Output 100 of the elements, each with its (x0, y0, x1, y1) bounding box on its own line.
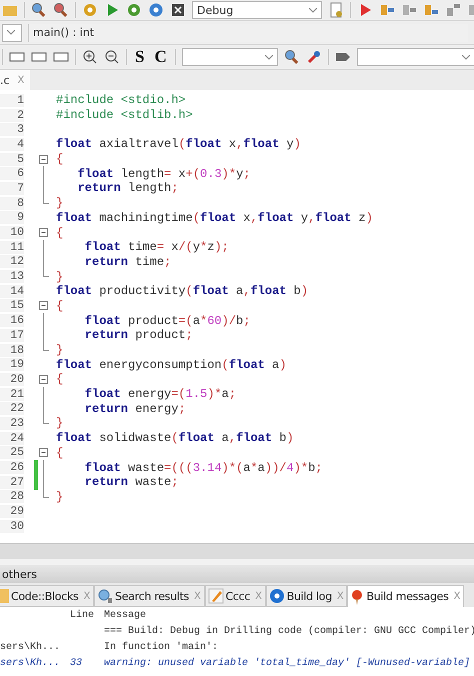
line-number: 27 (0, 476, 24, 489)
code-line: float product=(a*60)/b; (84, 314, 250, 328)
fold-icon[interactable] (39, 228, 48, 238)
code-editor[interactable] (0, 90, 474, 543)
line-number: 10 (0, 226, 24, 240)
step-icon[interactable] (379, 2, 395, 18)
line-number: 5 (0, 152, 24, 166)
log-tab[interactable]: Build log X (266, 585, 348, 607)
code-line: return energy; (84, 402, 186, 416)
step-icon[interactable] (445, 2, 461, 18)
caret-icon (462, 54, 470, 60)
gear-icon (268, 588, 285, 604)
line-number: 4 (0, 138, 24, 151)
code-line: } (55, 416, 64, 430)
zoom-out-icon[interactable] (104, 49, 120, 65)
step-icon[interactable] (423, 2, 439, 18)
line-number: 16 (0, 314, 24, 328)
panel-title: others (2, 568, 38, 580)
search-icon[interactable] (284, 49, 300, 65)
document-icon (0, 589, 9, 603)
code-line: return waste; (84, 475, 178, 490)
code-line: } (55, 196, 64, 210)
search-icon (97, 588, 114, 604)
fold-icon[interactable] (39, 374, 48, 384)
line-number: 30 (0, 520, 24, 533)
line-number: 21 (0, 388, 24, 401)
code-line: float axialtravel(float x,float y) (55, 137, 301, 152)
dropdown[interactable] (2, 24, 22, 42)
fold-icon[interactable] (39, 154, 48, 164)
table-cell-text: sers\Kh... (0, 642, 62, 652)
line-number: 12 (0, 255, 24, 268)
code-line: float energyconsumption(float a) (55, 358, 286, 372)
code-line: } (55, 343, 64, 358)
table-cell: === Build: Debug in Drilling code (compiler: GNU GCC Compiler) (104, 626, 474, 636)
pencil-icon (208, 588, 224, 604)
code-line: float time= x/(y*z); (84, 240, 229, 254)
line-number: 29 (0, 505, 24, 518)
caret-icon (309, 8, 317, 12)
line-number: 7 (0, 182, 24, 195)
log-tab[interactable]: Build messages X (347, 585, 464, 607)
line-number: 6 (0, 167, 24, 180)
refresh-icon[interactable] (148, 2, 164, 18)
zoom-in-icon[interactable] (82, 49, 98, 65)
code-line: return product; (84, 328, 193, 342)
fold-icon[interactable] (39, 301, 48, 310)
line-number: 11 (0, 240, 24, 254)
line-number: 23 (0, 416, 24, 430)
log-tab[interactable]: Cccc X (204, 585, 266, 607)
log-tab[interactable]: Search results X (94, 585, 205, 607)
table-cell-text: 33 (70, 658, 84, 668)
column-header: Message (104, 610, 148, 620)
fold-end-icon (43, 196, 49, 204)
code-line: float length= x+(0.3)*y; (76, 166, 250, 181)
line-number: 2 (0, 108, 24, 122)
fold-end-icon (43, 416, 49, 424)
caret-icon (264, 54, 273, 60)
search-icon[interactable] (31, 2, 47, 18)
log-tab[interactable]: Code::Blocks X (0, 585, 94, 607)
code-line: { (55, 298, 64, 313)
file-tab[interactable]: .c X (0, 70, 30, 90)
code-line: } (55, 490, 64, 504)
line-number: 28 (0, 490, 24, 504)
fold-icon[interactable] (39, 448, 48, 458)
line-number: 3 (0, 123, 24, 136)
table-cell-text: In function 'main': (104, 642, 220, 652)
code-line: float energy=(1.5)*a; (84, 387, 236, 402)
stop-icon[interactable] (170, 2, 186, 18)
code-line: float waste=(((3.14)*(a*a))/4)*b; (84, 460, 322, 475)
document-icon[interactable] (328, 2, 344, 18)
caret-icon (7, 30, 15, 35)
code-line: float productivity(float a,float b) (55, 284, 308, 298)
step-icon[interactable] (401, 2, 417, 18)
gear-icon[interactable] (82, 2, 98, 18)
line-number: 25 (0, 446, 24, 460)
fold-end-icon (43, 490, 49, 498)
table-cell-text: warning: unused variable 'total_time_day' [-Wunused-variable] (104, 658, 472, 668)
code-line: } (55, 270, 64, 284)
code-line: #include <stdio.h> (55, 93, 186, 108)
line-number: 8 (0, 196, 24, 210)
line-number: 9 (0, 211, 24, 224)
format-button[interactable]: S (133, 47, 146, 67)
code-line: float solidwaste(float a,float b) (55, 431, 294, 446)
code-line: { (55, 152, 64, 166)
line-number: 17 (0, 328, 24, 342)
line-number: 19 (0, 358, 24, 372)
pin-icon (350, 588, 364, 604)
horizontal-scrollbar[interactable] (0, 543, 474, 559)
format-button[interactable]: C (152, 47, 169, 67)
line-number: 18 (0, 344, 24, 357)
line-number: 14 (0, 284, 24, 298)
line-number: 13 (0, 270, 24, 284)
build-target-dropdown[interactable]: Debug (192, 1, 322, 19)
code-line: float machiningtime(float x,float y,float z) (55, 210, 373, 225)
wrench-icon[interactable] (306, 49, 322, 65)
fold-end-icon (43, 269, 49, 278)
code-line: { (55, 226, 64, 240)
line-number: 24 (0, 432, 24, 445)
code-line: #include <stdlib.h> (55, 108, 193, 122)
search-icon[interactable] (53, 2, 69, 18)
gear-icon[interactable] (126, 2, 142, 18)
